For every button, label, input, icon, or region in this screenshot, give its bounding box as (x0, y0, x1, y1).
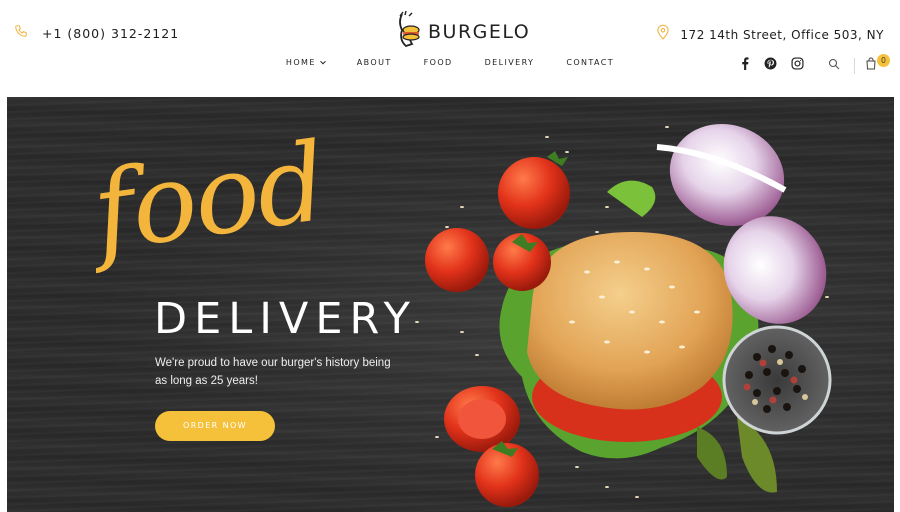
facebook-icon[interactable] (740, 57, 750, 75)
instagram-icon[interactable] (791, 57, 804, 75)
phone-icon (14, 24, 28, 43)
chevron-down-icon (319, 58, 326, 65)
nav-item-delivery[interactable]: DELIVERY (485, 58, 535, 67)
hero-banner: food DELIVERY We're proud to have our bu… (7, 97, 894, 512)
hero-title: DELIVERY (154, 294, 417, 344)
address-text: 172 14th Street, Office 503, NY (680, 27, 884, 42)
phone-number[interactable]: +1 (800) 312-2121 (42, 26, 179, 41)
order-now-button[interactable]: ORDER NOW (155, 411, 275, 441)
hero-script-title: food (85, 119, 333, 276)
peppercorn-bowl (722, 325, 832, 435)
shopping-bag-icon (865, 57, 877, 75)
phone-contact[interactable]: +1 (800) 312-2121 (14, 24, 179, 43)
nav-item-home[interactable]: HOME (285, 58, 326, 67)
header-tools: 0 (828, 54, 890, 75)
social-links (740, 57, 804, 75)
map-pin-icon (656, 24, 670, 45)
site-logo[interactable]: BURGELO (392, 10, 530, 53)
burger-bun (527, 232, 733, 410)
hero-tagline: We're proud to have our burger's history… (155, 357, 391, 387)
address-contact[interactable]: 172 14th Street, Office 503, NY (656, 24, 884, 45)
site-header: +1 (800) 312-2121 BURGELO 172 14th Stree… (0, 0, 900, 97)
cart-button[interactable]: 0 (854, 54, 890, 75)
pinterest-icon[interactable] (764, 57, 777, 75)
nav-item-about[interactable]: ABOUT (357, 58, 392, 67)
logo-burger-hand-icon (392, 10, 424, 53)
nav-item-contact[interactable]: CONTACT (566, 58, 614, 67)
nav-item-home-label: HOME (285, 58, 316, 67)
search-icon[interactable] (828, 57, 840, 75)
cart-count-badge: 0 (877, 54, 890, 67)
nav-item-food[interactable]: FOOD (424, 58, 453, 67)
logo-text: BURGELO (428, 20, 531, 43)
